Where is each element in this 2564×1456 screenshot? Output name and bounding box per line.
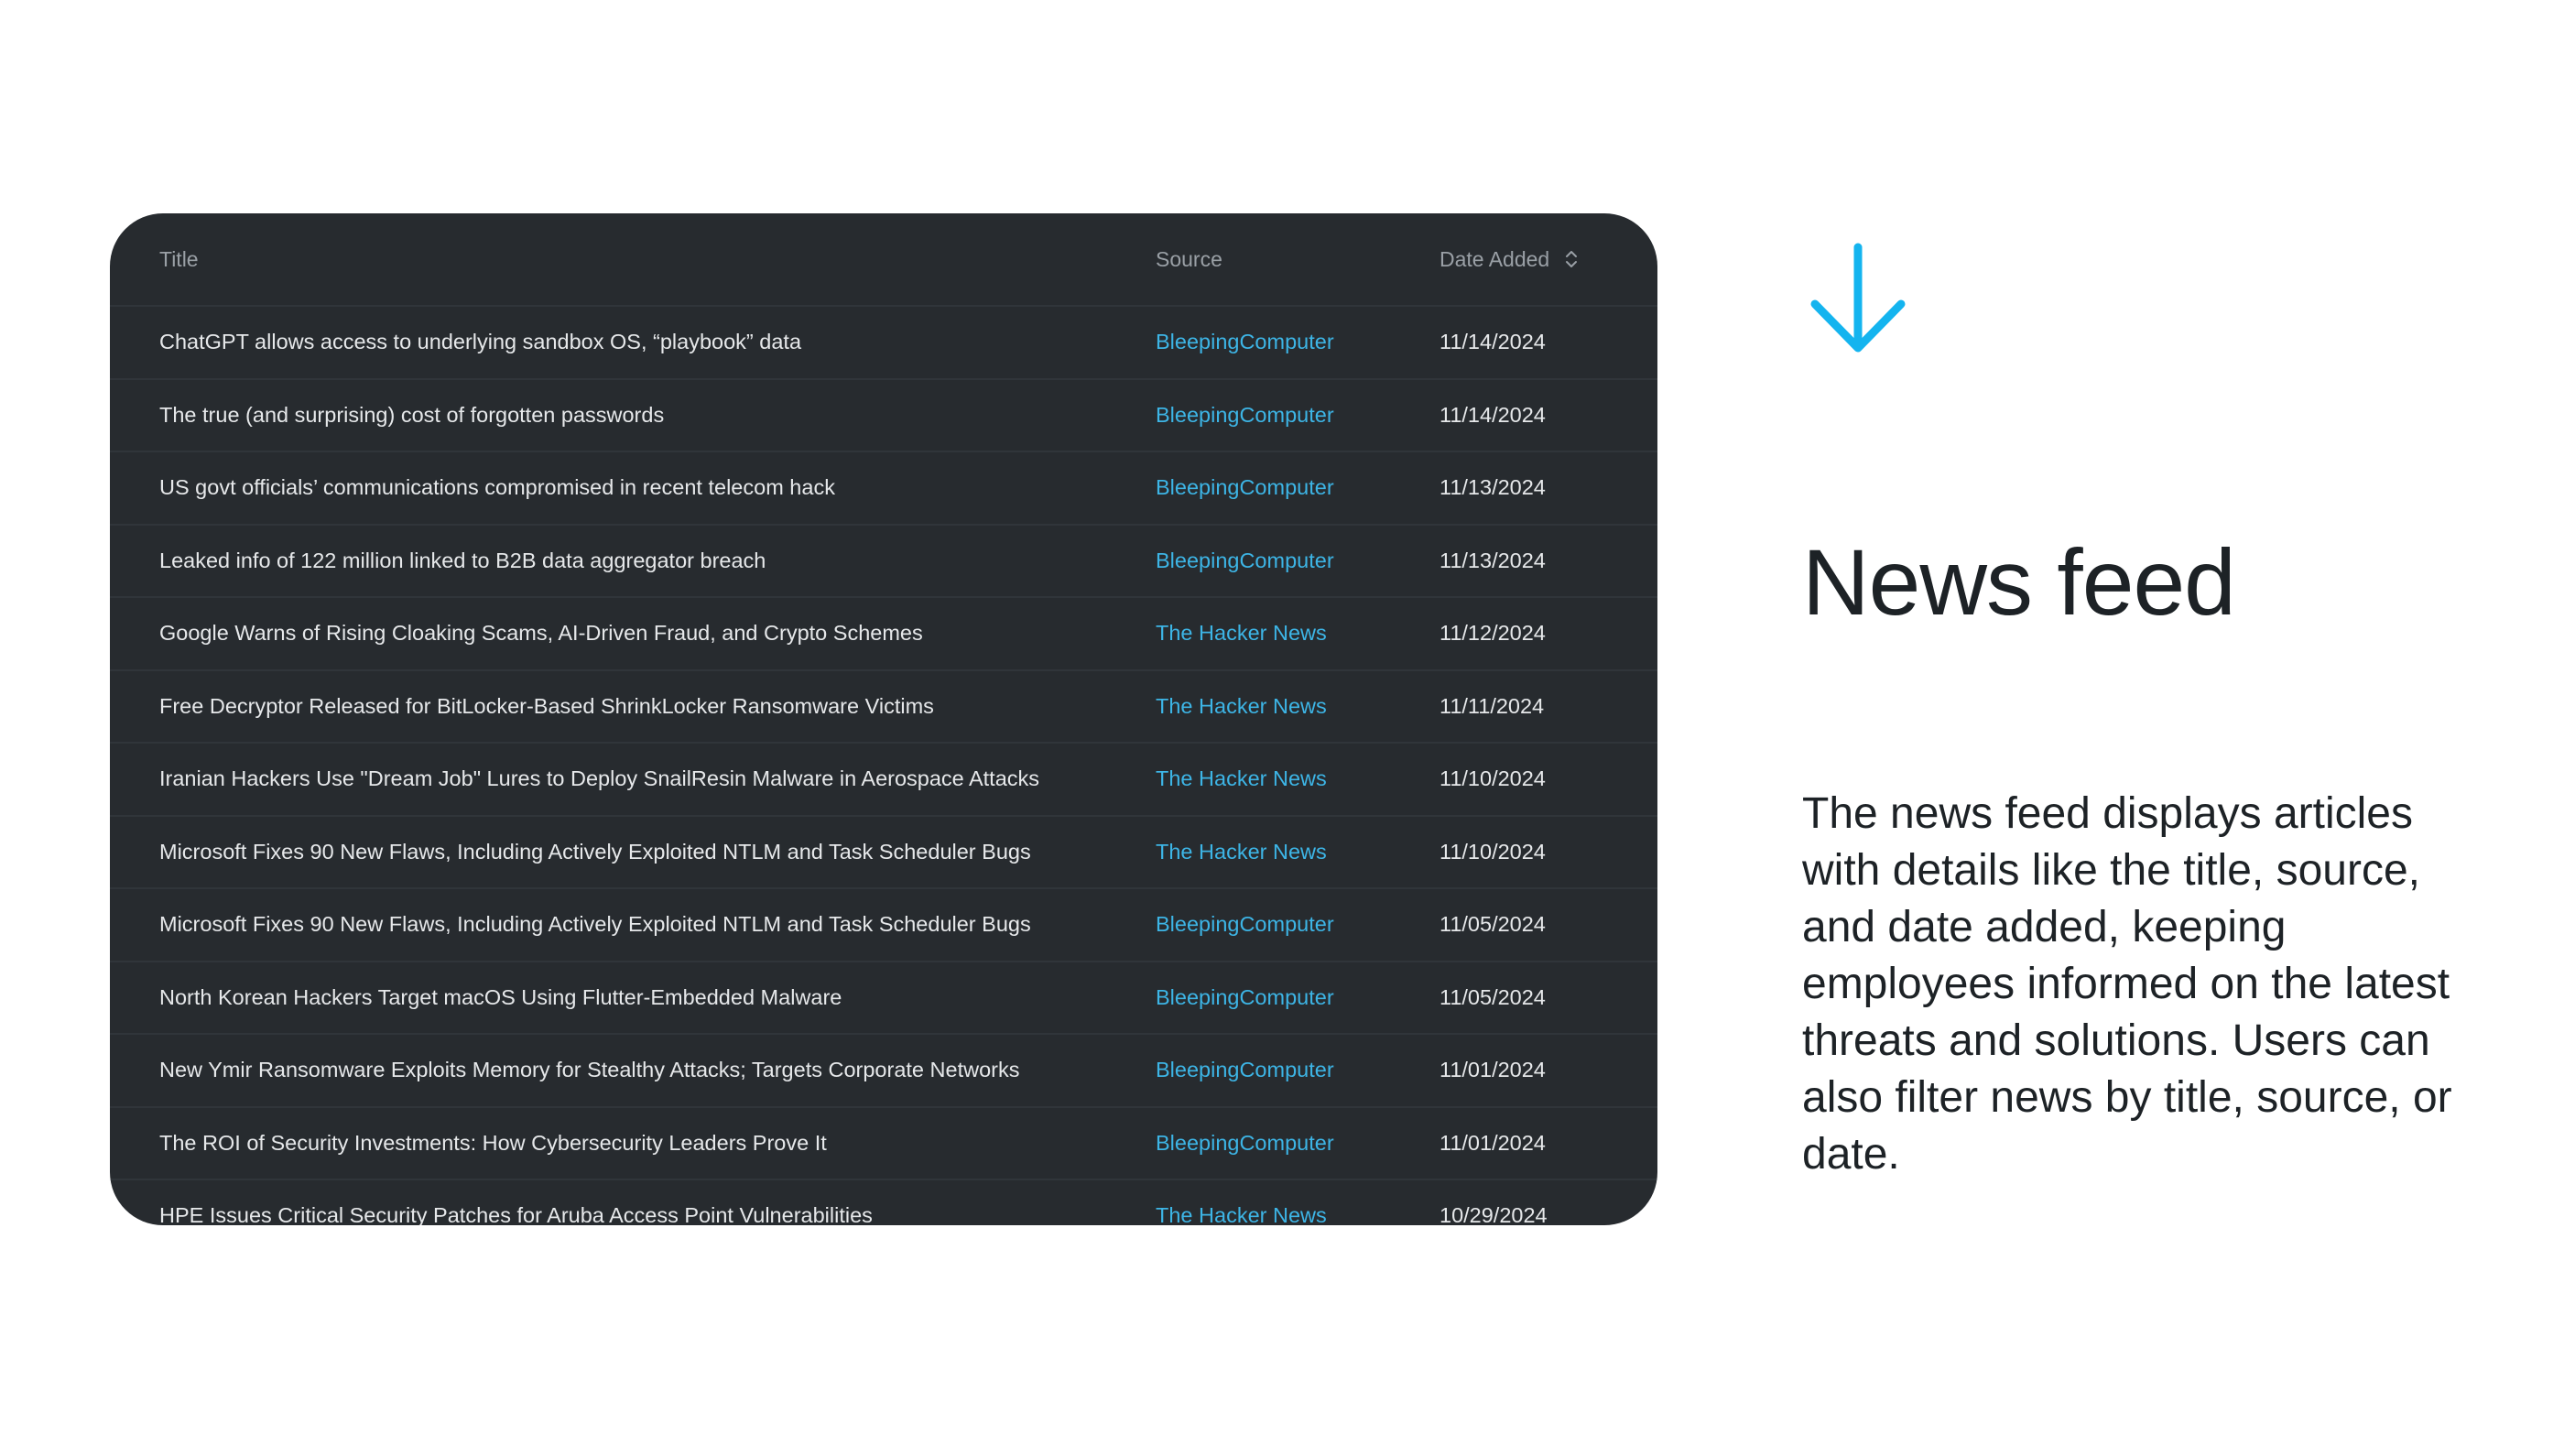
table-row[interactable]: North Korean Hackers Target macOS Using …	[110, 962, 1657, 1035]
article-source-link[interactable]: The Hacker News	[1156, 671, 1327, 743]
table-row[interactable]: HPE Issues Critical Security Patches for…	[110, 1180, 1657, 1225]
table-row[interactable]: US govt officials’ communications compro…	[110, 452, 1657, 526]
article-title: HPE Issues Critical Security Patches for…	[159, 1203, 873, 1225]
article-source-link[interactable]: The Hacker News	[1156, 744, 1327, 815]
article-source-link[interactable]: BleepingComputer	[1156, 452, 1334, 524]
article-date: 11/14/2024	[1440, 402, 1546, 427]
article-title: North Korean Hackers Target macOS Using …	[159, 984, 842, 1009]
article-date: 11/13/2024	[1440, 548, 1546, 572]
table-row[interactable]: Free Decryptor Released for BitLocker-Ba…	[110, 671, 1657, 744]
article-title: Microsoft Fixes 90 New Flaws, Including …	[159, 839, 1031, 864]
table-row[interactable]: Iranian Hackers Use "Dream Job" Lures to…	[110, 744, 1657, 817]
article-source-link[interactable]: BleepingComputer	[1156, 307, 1334, 378]
article-source-link[interactable]: The Hacker News	[1156, 598, 1327, 669]
news-feed-table: Title Source Date Added ChatGPT allows a…	[110, 213, 1657, 1225]
table-row[interactable]: The ROI of Security Investments: How Cyb…	[110, 1108, 1657, 1180]
article-source-link[interactable]: BleepingComputer	[1156, 962, 1334, 1034]
article-title: Free Decryptor Released for BitLocker-Ba…	[159, 693, 934, 718]
article-title: Iranian Hackers Use "Dream Job" Lures to…	[159, 766, 1040, 791]
table-row[interactable]: Microsoft Fixes 90 New Flaws, Including …	[110, 889, 1657, 962]
sort-icon[interactable]	[1564, 248, 1579, 270]
article-date: 11/13/2024	[1440, 475, 1546, 500]
article-date: 10/29/2024	[1440, 1203, 1548, 1225]
page-title: News feed	[1802, 530, 2236, 635]
column-header-date-label: Date Added	[1440, 246, 1550, 271]
table-row[interactable]: Leaked info of 122 million linked to B2B…	[110, 526, 1657, 598]
article-date: 11/10/2024	[1440, 766, 1546, 791]
article-source-link[interactable]: BleepingComputer	[1156, 889, 1334, 961]
feature-description: The news feed displays articles with det…	[1802, 789, 2452, 1179]
article-title: US govt officials’ communications compro…	[159, 475, 835, 500]
article-source-link[interactable]: BleepingComputer	[1156, 1035, 1334, 1106]
article-title: ChatGPT allows access to underlying sand…	[159, 330, 802, 354]
column-header-date[interactable]: Date Added	[1440, 213, 1579, 305]
article-title: The true (and surprising) cost of forgot…	[159, 402, 665, 427]
article-source-link[interactable]: The Hacker News	[1156, 817, 1327, 888]
article-date: 11/05/2024	[1440, 912, 1546, 937]
table-header: Title Source Date Added	[110, 213, 1657, 307]
arrow-down-icon	[1810, 243, 1906, 353]
article-source-link[interactable]: BleepingComputer	[1156, 380, 1334, 451]
table-row[interactable]: New Ymir Ransomware Exploits Memory for …	[110, 1035, 1657, 1108]
article-date: 11/11/2024	[1440, 693, 1545, 718]
article-title: Leaked info of 122 million linked to B2B…	[159, 548, 766, 572]
article-date: 11/12/2024	[1440, 621, 1546, 646]
column-header-source[interactable]: Source	[1156, 213, 1222, 305]
article-title: Google Warns of Rising Cloaking Scams, A…	[159, 621, 923, 646]
table-row[interactable]: Google Warns of Rising Cloaking Scams, A…	[110, 598, 1657, 671]
article-title: Microsoft Fixes 90 New Flaws, Including …	[159, 912, 1031, 937]
table-row[interactable]: The true (and surprising) cost of forgot…	[110, 380, 1657, 452]
article-date: 11/01/2024	[1440, 1130, 1546, 1155]
column-header-title[interactable]: Title	[159, 213, 199, 305]
table-row[interactable]: ChatGPT allows access to underlying sand…	[110, 307, 1657, 380]
article-date: 11/14/2024	[1440, 330, 1546, 354]
table-body: ChatGPT allows access to underlying sand…	[110, 307, 1657, 1225]
table-row[interactable]: Microsoft Fixes 90 New Flaws, Including …	[110, 817, 1657, 889]
article-title: New Ymir Ransomware Exploits Memory for …	[159, 1058, 1020, 1082]
article-date: 11/01/2024	[1440, 1058, 1546, 1082]
article-title: The ROI of Security Investments: How Cyb…	[159, 1130, 827, 1155]
article-date: 11/10/2024	[1440, 839, 1546, 864]
article-source-link[interactable]: The Hacker News	[1156, 1180, 1327, 1225]
article-source-link[interactable]: BleepingComputer	[1156, 1108, 1334, 1179]
article-source-link[interactable]: BleepingComputer	[1156, 526, 1334, 597]
article-date: 11/05/2024	[1440, 984, 1546, 1009]
